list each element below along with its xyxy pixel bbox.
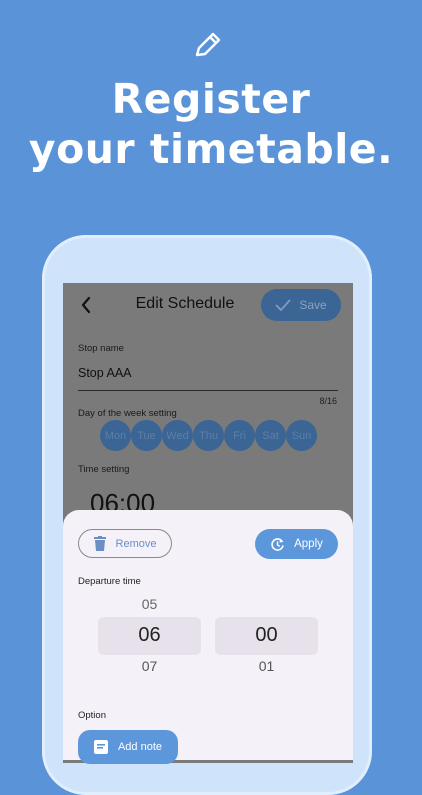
promo-headline-line1: Register [111, 75, 311, 123]
save-button-label: Save [299, 298, 327, 312]
apply-button[interactable]: Apply [255, 529, 338, 559]
stop-name-input[interactable]: Stop AAA [78, 366, 132, 380]
check-icon [275, 299, 291, 311]
departure-bottom-sheet: Remove Apply Departure time 05 06 07 00 … [63, 510, 353, 764]
hour-next[interactable]: 07 [98, 658, 201, 674]
hour-selected[interactable]: 06 [98, 624, 201, 647]
day-chip-mon[interactable]: Mon [100, 420, 131, 451]
refresh-icon [271, 537, 284, 551]
app-bar: Edit Schedule Save [63, 283, 353, 331]
day-chip-tue[interactable]: Tue [131, 420, 162, 451]
char-counter: 8/16 [319, 396, 337, 406]
minute-selected[interactable]: 00 [215, 624, 318, 647]
back-arrow-icon[interactable] [79, 295, 93, 315]
add-note-button-label: Add note [117, 741, 163, 753]
trash-icon [93, 536, 106, 551]
day-chip-fri[interactable]: Fri [224, 420, 255, 451]
day-chip-thu[interactable]: Thu [193, 420, 224, 451]
day-chip-sun[interactable]: Sun [286, 420, 317, 451]
pencil-icon [195, 32, 221, 57]
save-button[interactable]: Save [261, 289, 341, 321]
hour-picker-faded-row [98, 588, 201, 596]
day-of-week-label: Day of the week setting [78, 408, 177, 419]
stop-name-label: Stop name [78, 343, 124, 354]
remove-button-label: Remove [115, 537, 157, 550]
day-selector: Mon Tue Wed Thu Fri Sat Sun [100, 420, 317, 451]
stop-name-underline [78, 390, 338, 391]
departure-time-label: Departure time [78, 576, 141, 587]
note-icon [93, 740, 108, 754]
day-chip-wed[interactable]: Wed [162, 420, 193, 451]
remove-button[interactable]: Remove [78, 529, 172, 558]
option-label: Option [78, 710, 106, 721]
day-chip-sat[interactable]: Sat [255, 420, 286, 451]
promo-headline-line2: your timetable. [28, 125, 394, 173]
add-note-button[interactable]: Add note [78, 730, 178, 764]
hour-prev[interactable]: 05 [98, 596, 201, 612]
page-title: Edit Schedule [135, 295, 235, 312]
minute-next[interactable]: 01 [215, 658, 318, 674]
apply-button-label: Apply [294, 538, 323, 550]
time-setting-label: Time setting [78, 464, 130, 475]
